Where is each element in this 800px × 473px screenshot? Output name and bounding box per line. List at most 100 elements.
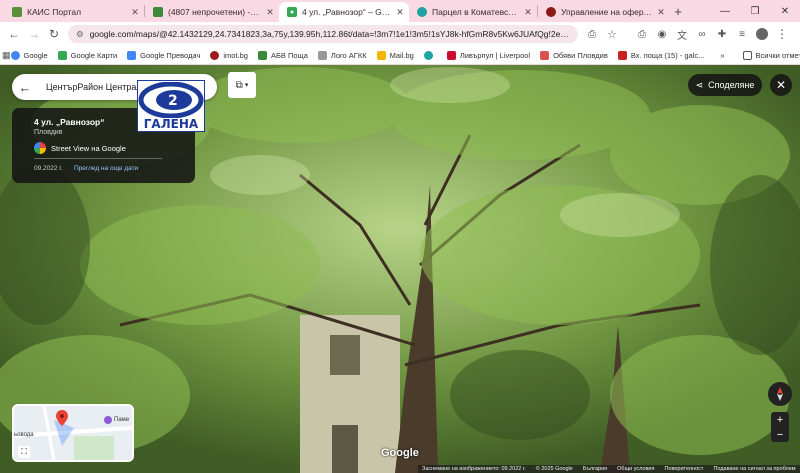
maps-favicon-icon: ● — [287, 7, 297, 17]
ads-icon — [540, 50, 550, 60]
bookmark-liverpool[interactable]: Ливърпул | Liverpool — [446, 50, 531, 60]
svg-text:2: 2 — [168, 93, 178, 109]
more-dates-link[interactable]: Преглед на още дати — [74, 165, 138, 172]
close-tab-icon[interactable]: ✕ — [265, 7, 275, 18]
share-label: Споделяне — [708, 80, 755, 90]
mini-map[interactable]: ьовода Паме ⛶ — [12, 404, 134, 462]
street-view-link[interactable]: Street View на Google — [34, 142, 126, 154]
search-input[interactable]: ЦентърРайон Централен — [46, 82, 152, 92]
bookmark-imot[interactable]: imot.bg — [210, 50, 248, 60]
share-button[interactable]: ⋖ Споделяне — [688, 74, 762, 96]
puzzle-extensions-icon[interactable]: ✚ — [712, 24, 732, 44]
bookmark-label: Обяви Пловдив — [553, 50, 608, 60]
map-label-left: ьовода — [14, 432, 34, 438]
tab-title: КАИС Портал — [27, 7, 82, 17]
bookmarks-overflow[interactable]: » — [720, 51, 724, 60]
capture-info: Заснемане на изображението: 09.2022 г. — [422, 466, 526, 472]
bookmark-mailbg[interactable]: Mail.bg — [376, 50, 414, 60]
galena-emblem-icon: 2 — [138, 82, 204, 118]
divider — [34, 158, 162, 159]
bookmark-label: Ливърпул | Liverpool — [459, 50, 531, 60]
back-arrow-icon[interactable]: ← — [12, 80, 38, 95]
bookmark-star-icon[interactable]: ☆ — [602, 24, 622, 44]
compass-button[interactable] — [768, 382, 792, 406]
new-tab-button[interactable]: + — [670, 4, 686, 19]
tab-abv-mail[interactable]: (4807 непрочетени) - АБВ по... ✕ — [145, 2, 279, 22]
menu-kebab-icon[interactable]: ⋮ — [772, 24, 792, 44]
all-bookmarks[interactable]: Всички отметки — [742, 50, 800, 60]
reload-button[interactable]: ↻ — [44, 24, 64, 44]
bookmark-label: Google — [23, 50, 48, 60]
report-problem-link[interactable]: Подаване на сигнал за проблем — [713, 466, 795, 472]
print-icon[interactable]: ⎙ — [632, 24, 652, 44]
compass-icon — [777, 387, 783, 401]
map-label-right: Паме — [104, 416, 129, 424]
zoom-controls: + − — [771, 412, 789, 442]
browser-toolbar: ← → ↻ ⚙ google.com/maps/@42.1432129,24.7… — [0, 22, 800, 46]
map-footer: Заснемане на изображението: 09.2022 г. ©… — [418, 465, 800, 473]
agkk-icon — [317, 50, 327, 60]
bookmark-teal[interactable] — [423, 50, 437, 60]
all-bookmarks-label: Всички отметки — [755, 50, 800, 60]
zoom-in-button[interactable]: + — [777, 414, 783, 426]
close-tab-icon[interactable]: ✕ — [130, 7, 140, 18]
close-tab-icon[interactable]: ✕ — [523, 7, 533, 18]
place-city: Пловдив — [34, 129, 63, 136]
reading-list-icon[interactable]: ≡ — [732, 24, 752, 44]
region-link[interactable]: България — [583, 466, 607, 472]
expand-map-icon[interactable]: ⛶ — [18, 446, 30, 458]
minimize-button[interactable]: — — [710, 0, 740, 22]
galena-logo: 2 ГАЛЕНА — [137, 80, 205, 132]
bookmark-gmail[interactable]: Вх. поща (15) - galc... — [617, 50, 704, 60]
tab-kais[interactable]: КАИС Портал ✕ — [4, 2, 144, 22]
bookmark-label: Лого АГКК — [330, 50, 367, 60]
close-street-view-button[interactable]: ✕ — [770, 74, 792, 96]
site-info-icon[interactable]: ⚙ — [76, 29, 84, 40]
install-app-icon[interactable]: ⎙ — [582, 24, 602, 44]
tab-google-maps[interactable]: ● 4 ул. „Равнозор“ – Google Карт... ✕ — [279, 2, 409, 22]
profile-avatar-icon[interactable] — [752, 24, 772, 44]
close-icon: ✕ — [775, 78, 787, 92]
back-button[interactable]: ← — [4, 24, 24, 44]
parcel-favicon-icon — [417, 7, 427, 17]
bookmarks-bar: ▦ Google Google Карти Google Преводач im… — [0, 46, 800, 65]
translate-icon[interactable]: 文 — [672, 24, 692, 44]
imot-icon — [210, 50, 220, 60]
extension-icon[interactable]: ◉ — [652, 24, 672, 44]
bookmark-google-maps[interactable]: Google Карти — [57, 50, 117, 60]
google-g-icon — [34, 142, 46, 154]
bookmark-label: Google Преводач — [140, 50, 201, 60]
link-icon[interactable]: ∞ — [692, 24, 712, 44]
poi-label: Паме — [114, 417, 130, 423]
bookmark-agkk[interactable]: Лого АГКК — [317, 50, 367, 60]
tab-offers[interactable]: Управление на офертите - ... ✕ — [538, 2, 670, 22]
bookmark-plovdiv-ads[interactable]: Обяви Пловдив — [540, 50, 608, 60]
teal-site-icon — [423, 50, 433, 60]
offers-favicon-icon — [546, 7, 556, 17]
close-tab-icon[interactable]: ✕ — [656, 7, 666, 18]
bookmark-google[interactable]: Google — [10, 50, 48, 60]
maximize-button[interactable]: ❐ — [740, 0, 770, 22]
gmail-icon — [617, 50, 627, 60]
tab-title: Управление на офертите - ... — [561, 7, 652, 17]
privacy-link[interactable]: Поверителност — [664, 466, 703, 472]
zoom-out-button[interactable]: − — [777, 429, 783, 441]
bookmark-google-translate[interactable]: Google Преводач — [127, 50, 201, 60]
forward-button[interactable]: → — [24, 24, 44, 44]
bookmark-abv-mail[interactable]: АБВ Поща — [257, 50, 308, 60]
tab-parcel[interactable]: Парцел в Коматевски възел! 1... ✕ — [409, 2, 537, 22]
place-title: 4 ул. „Равнозор“ — [34, 117, 105, 127]
tab-title: (4807 непрочетени) - АБВ по... — [168, 7, 261, 17]
address-bar[interactable]: ⚙ google.com/maps/@42.1432129,24.7341823… — [68, 25, 578, 43]
maps-icon — [57, 50, 67, 60]
terms-link[interactable]: Общи условия — [617, 466, 654, 472]
apps-grid-icon[interactable]: ▦ — [2, 45, 11, 65]
poi-icon — [104, 416, 112, 424]
window-controls: — ❐ ✕ — [710, 0, 800, 22]
capture-date: 09.2022 г. — [34, 165, 63, 172]
close-window-button[interactable]: ✕ — [770, 0, 800, 22]
abv-icon — [257, 50, 267, 60]
layers-button[interactable]: ⧉ ▾ — [228, 72, 256, 98]
close-tab-icon[interactable]: ✕ — [395, 7, 405, 18]
tab-title: Парцел в Коматевски възел! 1... — [432, 7, 519, 17]
